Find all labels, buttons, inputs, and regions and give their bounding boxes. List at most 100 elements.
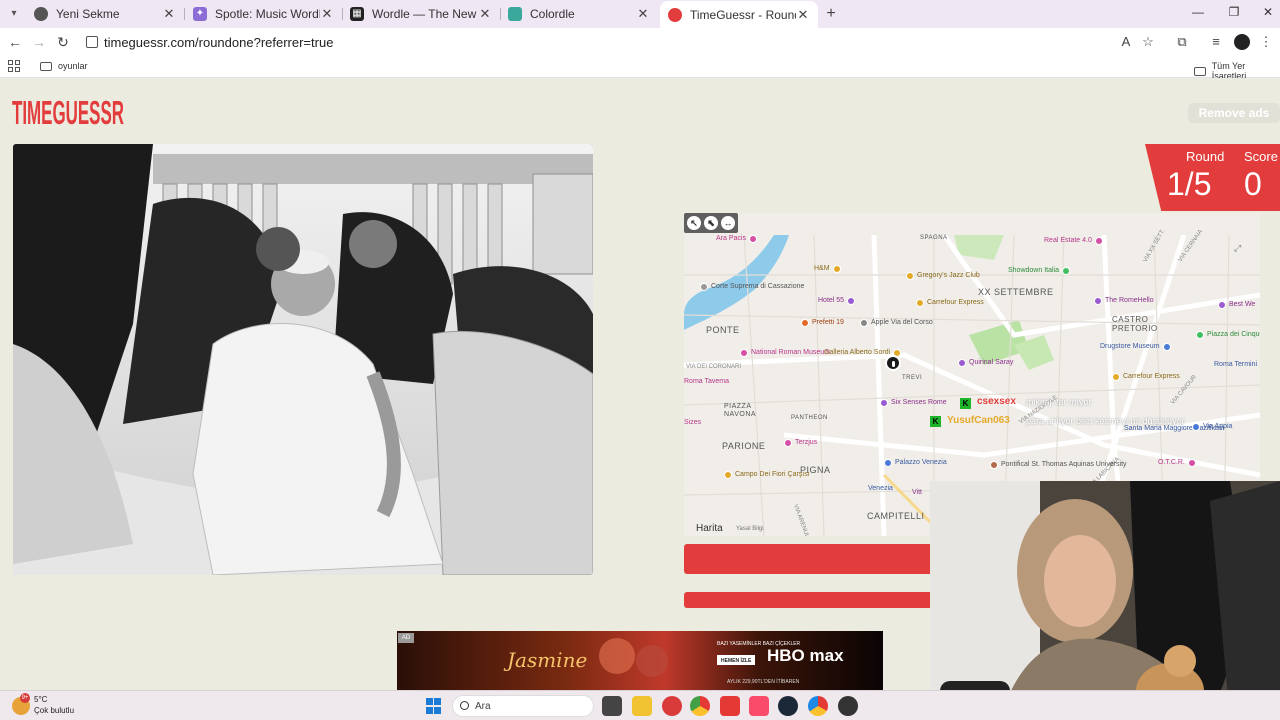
kebab-menu-icon[interactable]: ⋮ [1258, 34, 1274, 50]
map-resize-icon[interactable]: ↔ [721, 216, 735, 230]
poi[interactable]: Apple Via del Corso [860, 319, 933, 327]
poi[interactable]: Ara Pacis [716, 235, 757, 243]
extensions-icon[interactable]: ⧉ [1174, 34, 1190, 50]
map-attribution: Harita [696, 523, 723, 534]
weather-condition[interactable]: Çok bulutlu [34, 706, 74, 715]
minimize-icon[interactable]: — [1188, 5, 1208, 19]
task-view-icon[interactable] [602, 696, 622, 716]
map-layers-icon[interactable]: ⤢ [1234, 243, 1241, 254]
poi[interactable]: Venezia [868, 485, 893, 493]
poi[interactable]: Corte Suprema di Cassazione [700, 283, 804, 291]
file-explorer-icon[interactable] [632, 696, 652, 716]
district-label: TREVI [902, 375, 923, 381]
chat-message: para atılıyor bilet kesmeyi mi düşünüyor [1026, 416, 1185, 426]
poi[interactable]: Prefetti 19 [801, 319, 844, 327]
restore-icon[interactable]: ❐ [1224, 5, 1244, 19]
poi[interactable]: Gregory's Jazz Club [906, 272, 980, 280]
bookmark-star-icon[interactable]: ☆ [1140, 34, 1156, 50]
poi[interactable]: O.T.C.R. [1158, 459, 1196, 467]
poi[interactable]: Terzjus [784, 439, 817, 447]
district-label: CASTRO PRETORIO [1112, 315, 1158, 333]
translate-icon[interactable]: A [1118, 34, 1134, 50]
poi[interactable]: Roma Tavema [684, 378, 729, 386]
tab-yeni-sekme[interactable]: Yeni Sekme ✕ [26, 2, 184, 26]
taskbar-search[interactable]: Ara [452, 695, 594, 717]
guess-pin-icon[interactable] [885, 355, 901, 371]
poi[interactable]: Pontifical St. Thomas Aquinas University [990, 461, 1127, 469]
music-icon[interactable] [749, 696, 769, 716]
map-legal-link[interactable]: Yasal Bilgi [736, 526, 764, 532]
submit-guess-button[interactable] [684, 544, 930, 574]
poi[interactable]: Real Estate 4.0 [1044, 237, 1103, 245]
poi[interactable]: Quirinal Saray [958, 359, 1013, 367]
poi[interactable]: Palazzo Venezia [884, 459, 947, 467]
tab-search-icon[interactable]: ▾ [6, 6, 22, 22]
apps-grid-icon[interactable] [8, 60, 20, 72]
steam-icon[interactable] [778, 696, 798, 716]
map-zoom-out-icon[interactable]: ⬉ [704, 216, 718, 230]
remove-ads-button[interactable]: Remove ads [1188, 103, 1280, 123]
notification-badge: 9+ [20, 693, 30, 703]
bookmark-folder-oyunlar[interactable]: oyunlar [40, 61, 88, 71]
reload-icon[interactable]: ↻ [54, 33, 72, 51]
windows-start-icon[interactable] [426, 698, 442, 714]
poi[interactable]: Via Appia [1192, 423, 1232, 431]
chrome-icon [34, 7, 48, 21]
back-icon[interactable]: ← [6, 33, 24, 51]
poi[interactable]: Sizes [684, 419, 701, 427]
new-tab-icon[interactable]: + [822, 5, 840, 23]
address-bar[interactable]: timeguessr.com/roundone?referrer=true [104, 35, 333, 50]
bookmarks-bar: oyunlar Tüm Yer İşaretleri [0, 56, 1280, 81]
window-close-icon[interactable]: ✕ [1258, 5, 1278, 19]
profile-avatar[interactable] [1234, 34, 1250, 50]
round-photo[interactable] [13, 144, 593, 575]
timeguessr-logo[interactable]: TIMEGUESSR [12, 90, 126, 130]
poi[interactable]: Piazza dei Cinquecento [1196, 331, 1260, 339]
lightning-app-icon[interactable] [720, 696, 740, 716]
poi[interactable]: The RomeHello [1094, 297, 1154, 305]
round-score-panel: Round Score 1/5 0 [1145, 144, 1280, 211]
chrome-dev-icon[interactable] [808, 696, 828, 716]
photo-image [13, 144, 593, 575]
tab-colordle[interactable]: Colordle ✕ [500, 2, 658, 26]
poi[interactable]: Six Senses Rome [880, 399, 947, 407]
tab-timeguessr[interactable]: TimeGuessr - Round One ✕ [660, 1, 818, 28]
poi[interactable]: Roma Termini [1214, 361, 1260, 369]
poi[interactable]: National Roman Museum [740, 349, 830, 357]
weather-temperature[interactable]: 5°C [34, 695, 47, 704]
district-label: SPAGNA [920, 235, 948, 241]
poi[interactable]: Drugstore Museum [1100, 343, 1171, 351]
map-zoom-in-icon[interactable]: ↖ [687, 216, 701, 230]
poi[interactable]: Hotel 55 [818, 297, 856, 305]
browser-toolbar: ← → ↻ timeguessr.com/roundone?referrer=t… [0, 28, 1280, 56]
ad-banner[interactable]: Jasmine BAZI YASEMİNLER BAZI ÇİÇEKLER HE… [397, 631, 883, 690]
close-icon[interactable]: ✕ [796, 7, 810, 23]
poi[interactable]: Showdown Italia [1008, 267, 1070, 275]
district-label: PANTHEON [791, 415, 828, 421]
poi[interactable]: H&M [814, 265, 841, 273]
spotle-icon: ✦ [193, 7, 207, 21]
year-slider-bar[interactable] [684, 592, 930, 608]
svg-text:HEMEN İZLE: HEMEN İZLE [721, 657, 752, 664]
poi[interactable]: Carrefour Express [916, 299, 984, 307]
obs-icon[interactable] [838, 696, 858, 716]
poi[interactable]: Vitt [912, 489, 922, 497]
chrome-icon[interactable] [690, 696, 710, 716]
close-icon[interactable]: ✕ [162, 6, 176, 22]
close-icon[interactable]: ✕ [478, 6, 492, 22]
svg-text:Jasmine: Jasmine [503, 648, 587, 672]
score-label: Score [1244, 149, 1278, 164]
poi[interactable]: Best We [1218, 301, 1255, 309]
tab-spotle[interactable]: ✦ Spotle: Music Wordle Game ✕ [185, 2, 342, 26]
close-icon[interactable]: ✕ [320, 6, 334, 22]
ad-image: Jasmine BAZI YASEMİNLER BAZI ÇİÇEKLER HE… [397, 631, 883, 690]
close-icon[interactable]: ✕ [636, 6, 650, 22]
district-label: XX SETTEMBRE [978, 287, 1054, 297]
site-info-icon[interactable] [86, 36, 98, 48]
poi[interactable]: Campo Dei Fiori Çarşısı [724, 471, 810, 479]
media-icon[interactable]: ≡ [1208, 34, 1224, 50]
tab-wordle[interactable]: ▦ Wordle — The New York Times ✕ [342, 2, 500, 26]
forward-icon[interactable]: → [30, 33, 48, 51]
opera-icon[interactable] [662, 696, 682, 716]
poi[interactable]: Carrefour Express [1112, 373, 1180, 381]
